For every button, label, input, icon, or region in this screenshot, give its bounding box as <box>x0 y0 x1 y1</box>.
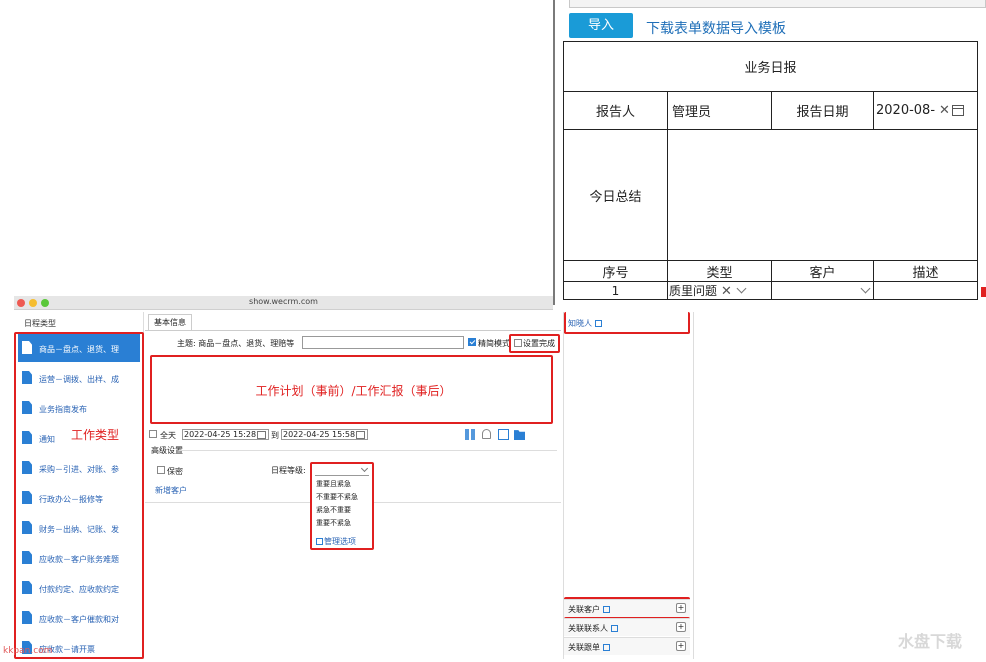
column-header: 序号 <box>563 260 668 282</box>
chevron-down-icon[interactable] <box>736 283 747 294</box>
tab-divider <box>145 330 561 331</box>
schedule-level-label: 日程等级: <box>271 466 306 475</box>
chevron-down-icon[interactable] <box>860 283 871 293</box>
annotation-box-categories <box>14 332 144 659</box>
notify-person-label[interactable]: 知晓人 <box>568 318 602 329</box>
report-date-value: 2020-08- <box>876 103 936 118</box>
link-icon <box>603 606 610 613</box>
calendar-icon[interactable] <box>356 431 365 439</box>
daily-report-panel: 导入 下载表单数据导入模板 业务日报 报告人 管理员 报告日期 2020-08-… <box>551 0 986 305</box>
level-option[interactable]: 不重要不紧急 <box>316 492 358 502</box>
subject-hint: 商品－盘点、退货、理赔等 <box>198 339 295 348</box>
chevron-down-icon[interactable] <box>360 464 369 473</box>
to-label: 到 <box>271 431 279 440</box>
type-value: 质里问题 <box>669 284 718 298</box>
report-title: 业务日报 <box>562 41 979 92</box>
end-datetime-value: 2022-04-25 15:58 <box>283 430 356 439</box>
start-datetime-value: 2022-04-25 15:28 <box>184 430 257 439</box>
subject-input[interactable] <box>302 336 464 349</box>
link-icon <box>611 625 618 632</box>
calendar-icon[interactable] <box>257 431 266 439</box>
column-header: 类型 <box>667 260 772 282</box>
calendar-icon[interactable] <box>951 105 964 116</box>
end-datetime-input[interactable]: 2022-04-25 15:58 <box>281 429 368 440</box>
tab-basic-info[interactable]: 基本信息 <box>148 314 192 330</box>
column-header: 客户 <box>771 260 874 282</box>
related-contact-row[interactable]: 关联联系人 + <box>564 618 690 636</box>
link-icon <box>316 538 323 545</box>
level-option[interactable]: 重要且紧急 <box>316 479 351 489</box>
table-row: 1 质里问题 ✕ <box>563 281 979 300</box>
clear-icon[interactable]: ✕ <box>939 103 950 118</box>
description-field[interactable] <box>872 281 979 300</box>
address-url: show.wecrm.com <box>249 297 318 306</box>
watermark-left: kkpan.com <box>3 646 53 656</box>
panel-top-bar <box>569 0 986 8</box>
folder-icon[interactable] <box>514 430 525 440</box>
expand-plus-icon[interactable]: + <box>676 603 686 613</box>
related-contact-label: 关联联系人 <box>568 623 618 634</box>
grid-icon[interactable] <box>465 429 476 440</box>
related-customer-label: 关联客户 <box>568 604 610 615</box>
bell-icon[interactable] <box>482 429 491 439</box>
manage-options-link[interactable]: 管理选项 <box>316 536 356 547</box>
subject-label: 主题: 商品－盘点、退货、理赔等 <box>177 339 295 348</box>
all-day-label: 全天 <box>160 431 176 440</box>
row-index: 1 <box>563 281 668 300</box>
expand-plus-icon[interactable]: + <box>676 622 686 632</box>
edit-icon[interactable] <box>498 429 509 440</box>
expand-plus-icon[interactable]: + <box>676 641 686 651</box>
set-done-checkbox[interactable] <box>514 339 522 347</box>
summary-field[interactable] <box>666 129 979 261</box>
related-customer-row[interactable]: 关联客户 + <box>564 599 690 617</box>
reporter-label: 报告人 <box>563 91 668 130</box>
new-customer-link[interactable]: 新增客户 <box>155 485 187 496</box>
sidebar-title: 日程类型 <box>24 319 56 328</box>
watermark-right: 水盘下载 <box>898 632 963 651</box>
secret-checkbox[interactable] <box>157 466 165 474</box>
annotation-work-type: 工作类型 <box>71 428 120 442</box>
set-done-label: 设置完成 <box>523 339 555 348</box>
panel-divider <box>553 0 555 305</box>
simple-mode-checkbox[interactable] <box>468 338 476 346</box>
report-date-field[interactable]: 2020-08- ✕ <box>872 91 979 130</box>
download-template-link[interactable]: 下载表单数据导入模板 <box>646 18 786 38</box>
type-select[interactable]: 质里问题 ✕ <box>667 281 772 300</box>
reporter-value[interactable]: 管理员 <box>667 91 772 130</box>
link-icon <box>603 644 610 651</box>
level-option[interactable]: 紧急不重要 <box>316 505 351 515</box>
schedule-form: 基本信息 主题: 商品－盘点、退货、理赔等 精简模式 设置完成 工作计划（事前）… <box>145 312 561 659</box>
simple-mode-label: 精简模式 <box>478 339 510 348</box>
schedule-level-dropdown: 重要且紧急 不重要不紧急 紧急不重要 重要不紧急 管理选项 <box>310 462 374 550</box>
summary-label: 今日总结 <box>563 129 668 261</box>
start-datetime-input[interactable]: 2022-04-25 15:28 <box>182 429 269 440</box>
annotation-edge-mark <box>981 287 986 297</box>
clear-icon[interactable]: ✕ <box>721 284 732 299</box>
related-deal-row[interactable]: 关联跟单 + <box>564 637 690 655</box>
browser-title-bar: show.wecrm.com <box>14 296 553 310</box>
import-button[interactable]: 导入 <box>569 13 633 38</box>
advanced-divider <box>179 450 557 451</box>
annotation-plan-report: 工作计划（事前）/工作汇报（事后） <box>255 384 452 398</box>
secret-label: 保密 <box>167 467 183 476</box>
link-icon <box>595 320 602 327</box>
all-day-checkbox[interactable] <box>149 430 157 438</box>
plan-report-editor[interactable]: 工作计划（事前）/工作汇报（事后） <box>150 355 553 424</box>
customer-select[interactable] <box>771 281 874 300</box>
related-panel: 知晓人 关联客户 + 关联联系人 + 关联跟单 + <box>563 312 694 659</box>
schedule-level-select[interactable] <box>315 464 369 476</box>
report-date-label: 报告日期 <box>771 91 874 130</box>
level-option[interactable]: 重要不紧急 <box>316 518 351 528</box>
related-deal-label: 关联跟单 <box>568 642 610 653</box>
column-header: 描述 <box>872 260 979 282</box>
daily-report-table: 业务日报 报告人 管理员 报告日期 2020-08- ✕ 今日总结 序号 类型 客… <box>562 41 979 300</box>
